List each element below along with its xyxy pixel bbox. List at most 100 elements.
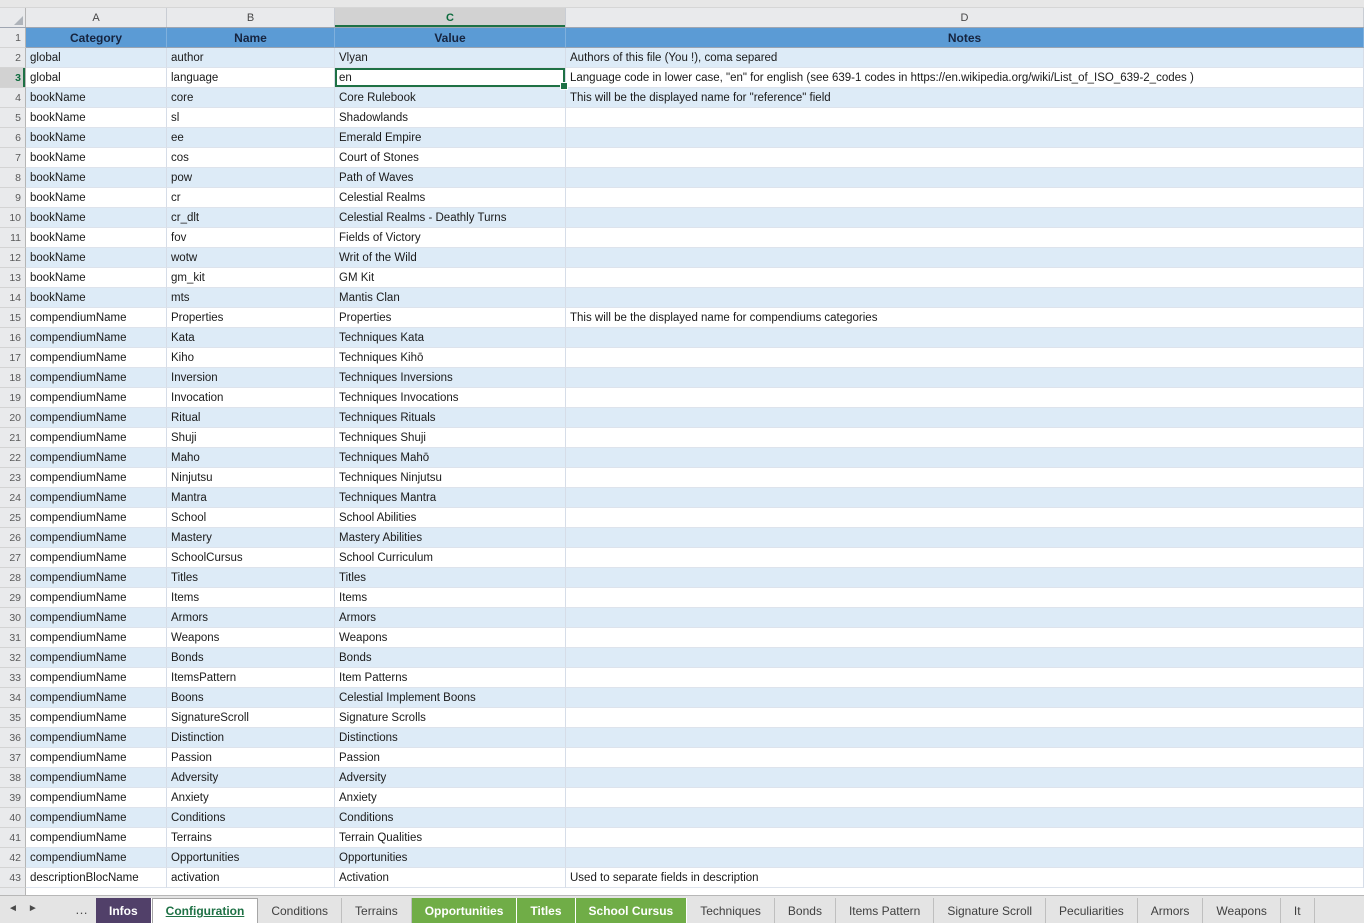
cell-A26[interactable]: compendiumName (26, 528, 167, 548)
cell-A15[interactable]: compendiumName (26, 308, 167, 328)
row-header-2[interactable]: 2 (0, 48, 26, 68)
row-header-27[interactable]: 27 (0, 548, 26, 568)
column-header-C[interactable]: C (335, 8, 566, 27)
cell-A38[interactable]: compendiumName (26, 768, 167, 788)
cell-A21[interactable]: compendiumName (26, 428, 167, 448)
cell-B18[interactable]: Inversion (167, 368, 335, 388)
row-header-43[interactable]: 43 (0, 868, 26, 888)
sheet-tab-weapons[interactable]: Weapons (1203, 898, 1280, 923)
cell-D38[interactable] (566, 768, 1364, 788)
cell-D6[interactable] (566, 128, 1364, 148)
cell-B24[interactable]: Mantra (167, 488, 335, 508)
cell-D36[interactable] (566, 728, 1364, 748)
cell-B10[interactable]: cr_dlt (167, 208, 335, 228)
cell-A10[interactable]: bookName (26, 208, 167, 228)
cell-D30[interactable] (566, 608, 1364, 628)
cell-A16[interactable]: compendiumName (26, 328, 167, 348)
row-header-19[interactable]: 19 (0, 388, 26, 408)
cell-B29[interactable]: Items (167, 588, 335, 608)
tabs-scroll-right-icon[interactable]: ► (28, 904, 38, 914)
row-header-35[interactable]: 35 (0, 708, 26, 728)
row-header-33[interactable]: 33 (0, 668, 26, 688)
row-header-31[interactable]: 31 (0, 628, 26, 648)
cell-D13[interactable] (566, 268, 1364, 288)
cell-D43[interactable]: Used to separate fields in description (566, 868, 1364, 888)
row-header-42[interactable]: 42 (0, 848, 26, 868)
cell-D17[interactable] (566, 348, 1364, 368)
row-header-11[interactable]: 11 (0, 228, 26, 248)
cell-D3[interactable]: Language code in lower case, "en" for en… (566, 68, 1364, 88)
cell-D16[interactable] (566, 328, 1364, 348)
cell-A13[interactable]: bookName (26, 268, 167, 288)
cell-C11[interactable]: Fields of Victory (335, 228, 566, 248)
cell-A18[interactable]: compendiumName (26, 368, 167, 388)
cell-B41[interactable]: Terrains (167, 828, 335, 848)
cell-D2[interactable]: Authors of this file (You !), coma separ… (566, 48, 1364, 68)
row-header-16[interactable]: 16 (0, 328, 26, 348)
sheet-tab-it[interactable]: It (1281, 898, 1315, 923)
cell-A37[interactable]: compendiumName (26, 748, 167, 768)
cell-C20[interactable]: Techniques Rituals (335, 408, 566, 428)
cell-B5[interactable]: sl (167, 108, 335, 128)
cell-B2[interactable]: author (167, 48, 335, 68)
cell-B3[interactable]: language (167, 68, 335, 88)
cell-C19[interactable]: Techniques Invocations (335, 388, 566, 408)
cell-C34[interactable]: Celestial Implement Boons (335, 688, 566, 708)
cell-D23[interactable] (566, 468, 1364, 488)
cell-A9[interactable]: bookName (26, 188, 167, 208)
cell-C31[interactable]: Weapons (335, 628, 566, 648)
cell-C15[interactable]: Properties (335, 308, 566, 328)
cell-C25[interactable]: School Abilities (335, 508, 566, 528)
row-header-20[interactable]: 20 (0, 408, 26, 428)
cell-B31[interactable]: Weapons (167, 628, 335, 648)
cell-B13[interactable]: gm_kit (167, 268, 335, 288)
cell-B15[interactable]: Properties (167, 308, 335, 328)
cell-A25[interactable]: compendiumName (26, 508, 167, 528)
row-header-10[interactable]: 10 (0, 208, 26, 228)
cell-D29[interactable] (566, 588, 1364, 608)
sheet-tab-infos[interactable]: Infos (96, 898, 152, 923)
cell-D27[interactable] (566, 548, 1364, 568)
cell-C16[interactable]: Techniques Kata (335, 328, 566, 348)
cell-B21[interactable]: Shuji (167, 428, 335, 448)
tabs-scroll-left-icon[interactable]: ◄ (8, 904, 18, 914)
row-header-4[interactable]: 4 (0, 88, 26, 108)
cell-C36[interactable]: Distinctions (335, 728, 566, 748)
cell-A23[interactable]: compendiumName (26, 468, 167, 488)
cell-D34[interactable] (566, 688, 1364, 708)
cell-B8[interactable]: pow (167, 168, 335, 188)
table-header-cell-C1[interactable]: Value (335, 28, 566, 48)
cell-A27[interactable]: compendiumName (26, 548, 167, 568)
cell-C12[interactable]: Writ of the Wild (335, 248, 566, 268)
row-header-41[interactable]: 41 (0, 828, 26, 848)
cell-B27[interactable]: SchoolCursus (167, 548, 335, 568)
row-header-23[interactable]: 23 (0, 468, 26, 488)
sheet-tab-configuration[interactable]: Configuration (152, 898, 259, 923)
cell-D28[interactable] (566, 568, 1364, 588)
sheet-tab-terrains[interactable]: Terrains (342, 898, 412, 923)
cell-C26[interactable]: Mastery Abilities (335, 528, 566, 548)
cell-B40[interactable]: Conditions (167, 808, 335, 828)
sheet-tab-titles[interactable]: Titles (517, 898, 575, 923)
more-sheets-icon[interactable]: … (75, 903, 88, 916)
cell-B38[interactable]: Adversity (167, 768, 335, 788)
cell-C10[interactable]: Celestial Realms - Deathly Turns (335, 208, 566, 228)
cell-B4[interactable]: core (167, 88, 335, 108)
cell-B20[interactable]: Ritual (167, 408, 335, 428)
cell-D22[interactable] (566, 448, 1364, 468)
row-header-9[interactable]: 9 (0, 188, 26, 208)
cell-C24[interactable]: Techniques Mantra (335, 488, 566, 508)
cell-B43[interactable]: activation (167, 868, 335, 888)
sheet-tab-school-cursus[interactable]: School Cursus (576, 898, 688, 923)
row-header-40[interactable]: 40 (0, 808, 26, 828)
cell-B14[interactable]: mts (167, 288, 335, 308)
sheet-tab-signature-scroll[interactable]: Signature Scroll (934, 898, 1046, 923)
row-header-39[interactable]: 39 (0, 788, 26, 808)
cell-B36[interactable]: Distinction (167, 728, 335, 748)
cell-D41[interactable] (566, 828, 1364, 848)
cell-C4[interactable]: Core Rulebook (335, 88, 566, 108)
row-header-18[interactable]: 18 (0, 368, 26, 388)
row-header-21[interactable]: 21 (0, 428, 26, 448)
cell-C33[interactable]: Item Patterns (335, 668, 566, 688)
cell-D37[interactable] (566, 748, 1364, 768)
